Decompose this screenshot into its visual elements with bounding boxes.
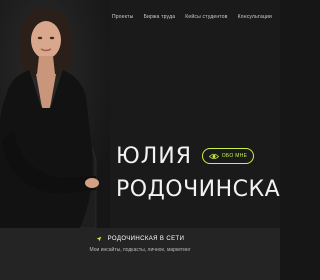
nav-item-consultations[interactable]: Консультации (238, 14, 272, 20)
online-section: РОДОЧИНСКАЯ В СЕТИ Мои инсайты, подкасты… (0, 228, 280, 280)
about-me-button[interactable]: ОБО МНЕ (202, 148, 254, 164)
send-arrow-icon (96, 236, 102, 242)
hero-name: ЮЛИЯ РОДОЧИНСКАЯ (116, 146, 280, 201)
eye-icon (208, 153, 219, 159)
online-title: РОДОЧИНСКАЯ В СЕТИ (107, 236, 185, 242)
nav-item-job-exchange[interactable]: Биржа труда (144, 14, 176, 20)
online-link[interactable]: РОДОЧИНСКАЯ В СЕТИ (0, 236, 280, 242)
page: Проекты Биржа труда Кейсы студентов Конс… (0, 0, 280, 280)
nav-item-projects[interactable]: Проекты (112, 14, 133, 20)
hero-name-first: ЮЛИЯ (116, 144, 193, 169)
nav-item-student-cases[interactable]: Кейсы студентов (185, 14, 227, 20)
hero-name-last: РОДОЧИНСКАЯ (116, 177, 280, 202)
online-subtitle: Мои инсайты, подкасты, личное, маркетинг (89, 247, 191, 253)
top-navigation: Проекты Биржа труда Кейсы студентов Конс… (112, 14, 272, 20)
portrait-photo (0, 0, 110, 228)
hero-section: Проекты Биржа труда Кейсы студентов Конс… (0, 0, 280, 228)
about-me-label: ОБО МНЕ (221, 153, 248, 159)
